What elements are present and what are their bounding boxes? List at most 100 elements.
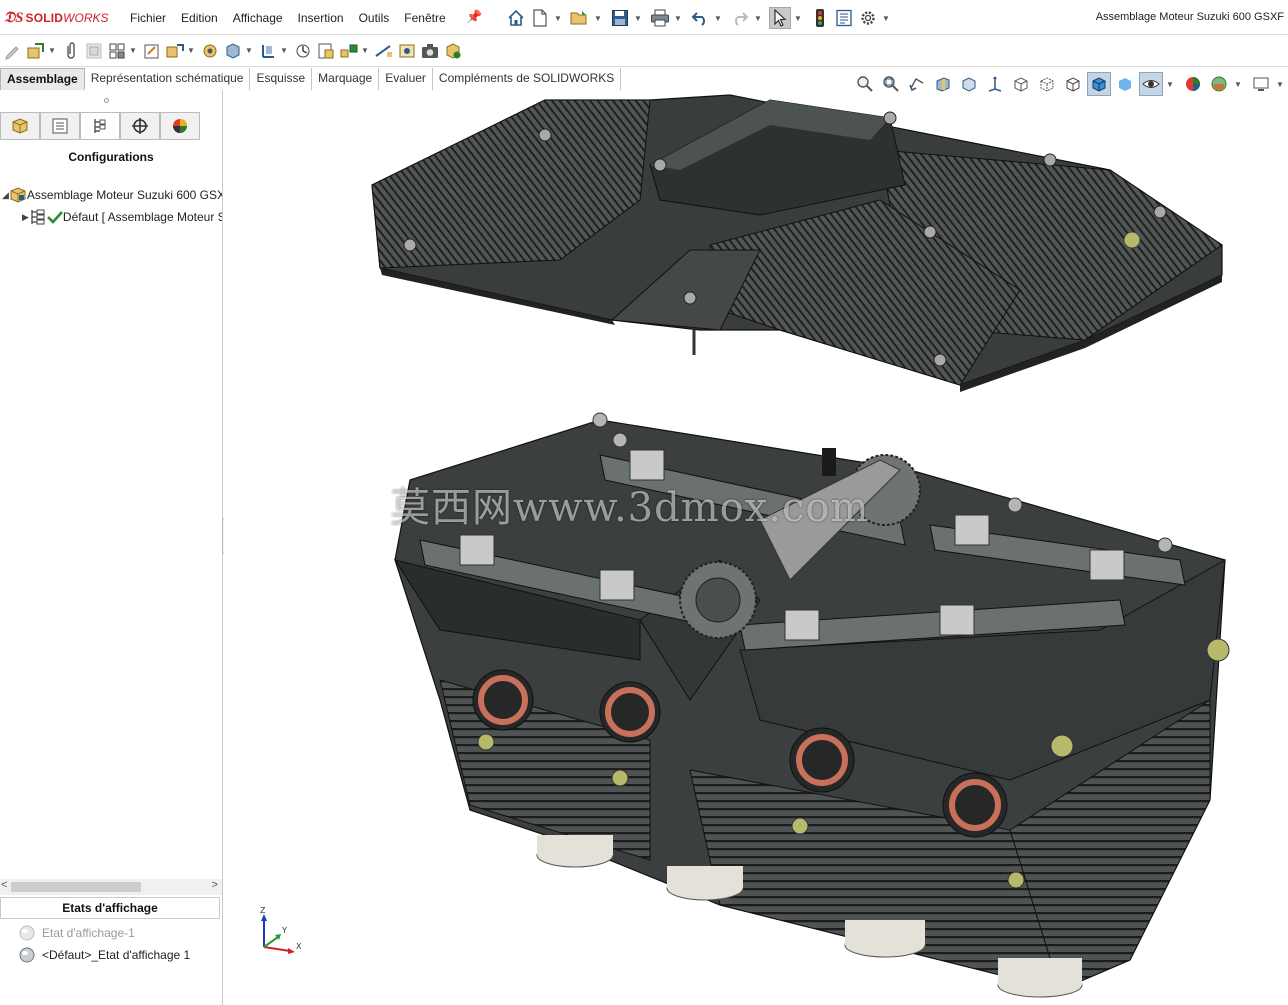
exploded-view-icon[interactable] bbox=[338, 40, 360, 62]
panel-grip-handle[interactable] bbox=[104, 98, 109, 103]
scrollbar-thumb[interactable] bbox=[11, 882, 141, 892]
reference-geometry-icon[interactable] bbox=[257, 40, 279, 62]
configuration-manager-tab[interactable] bbox=[80, 112, 120, 140]
hidden-lines-visible-icon[interactable] bbox=[1035, 72, 1059, 96]
edit-appearance-icon[interactable] bbox=[1181, 72, 1205, 96]
display-state-sphere-icon bbox=[18, 924, 42, 942]
hidden-lines-removed-icon[interactable] bbox=[1061, 72, 1085, 96]
section-view-icon[interactable] bbox=[931, 72, 955, 96]
assembly-icon bbox=[9, 186, 27, 204]
solidworks-logo[interactable]: 𝔇S SOLID WORKS bbox=[4, 8, 109, 28]
print-icon[interactable] bbox=[649, 7, 671, 29]
dynamic-annotation-icon[interactable] bbox=[957, 72, 981, 96]
display-state-item[interactable]: Etat d'affichage-1 bbox=[18, 922, 190, 944]
shaded-icon[interactable] bbox=[1113, 72, 1137, 96]
insert-component-dropdown-icon[interactable]: ▼ bbox=[48, 46, 56, 55]
wireframe-icon[interactable] bbox=[1009, 72, 1033, 96]
display-state-item-active[interactable]: <Défaut>_Etat d'affichage 1 bbox=[18, 944, 190, 966]
show-hidden-components-icon[interactable] bbox=[199, 40, 221, 62]
command-manager-toolbar: ▼ ▼ ▼ ▼ ▼ ▼ bbox=[0, 35, 1288, 67]
horizontal-scrollbar[interactable]: < > bbox=[0, 879, 222, 895]
save-icon[interactable] bbox=[609, 7, 631, 29]
open-dropdown-icon[interactable]: ▼ bbox=[593, 14, 603, 23]
menu-affichage[interactable]: Affichage bbox=[233, 11, 283, 25]
new-document-icon[interactable] bbox=[529, 7, 551, 29]
feature-tree-tab[interactable] bbox=[0, 112, 40, 140]
tab-assemblage[interactable]: Assemblage bbox=[0, 68, 85, 90]
smart-fasteners-icon[interactable] bbox=[141, 40, 163, 62]
shaded-with-edges-icon[interactable] bbox=[1087, 72, 1111, 96]
bill-of-materials-icon[interactable] bbox=[315, 40, 337, 62]
menu-fenetre[interactable]: Fenêtre bbox=[404, 11, 445, 25]
graphics-viewport[interactable]: 莫西网www.3dmox.com Z Y X bbox=[224, 90, 1288, 1005]
move-dropdown-icon[interactable]: ▼ bbox=[187, 46, 195, 55]
zoom-to-fit-icon[interactable] bbox=[853, 72, 877, 96]
view-settings-dropdown-icon[interactable]: ▼ bbox=[1275, 80, 1285, 89]
display-manager-tab[interactable] bbox=[160, 112, 200, 140]
undo-dropdown-icon[interactable]: ▼ bbox=[713, 14, 723, 23]
collapse-arrow-icon[interactable]: ◢ bbox=[2, 190, 9, 201]
pin-menu-icon[interactable]: 📌 bbox=[466, 9, 482, 25]
menu-edition[interactable]: Edition bbox=[181, 11, 218, 25]
tree-label-assembly: Assemblage Moteur Suzuki 600 GSXF bbox=[26, 188, 222, 202]
hide-show-items-icon[interactable] bbox=[1139, 72, 1163, 96]
dimxpert-tab[interactable] bbox=[120, 112, 160, 140]
mate-paperclip-icon[interactable] bbox=[60, 40, 82, 62]
edit-component-icon[interactable] bbox=[2, 40, 24, 62]
component-pattern-icon[interactable] bbox=[106, 40, 128, 62]
heads-up-view-toolbar: ▼ ▼ ▼ bbox=[853, 71, 1288, 97]
pattern-dropdown-icon[interactable]: ▼ bbox=[129, 46, 137, 55]
view-orientation-icon[interactable] bbox=[983, 72, 1007, 96]
file-properties-icon[interactable] bbox=[833, 7, 855, 29]
engine-3d-model[interactable] bbox=[224, 90, 1288, 1005]
previous-view-icon[interactable] bbox=[905, 72, 929, 96]
panel-tabs bbox=[0, 112, 200, 140]
apply-scene-icon[interactable] bbox=[1207, 72, 1231, 96]
tree-row-default-config[interactable]: ▶ Défaut [ Assemblage Moteur Suzuki 600 … bbox=[0, 206, 222, 228]
scroll-right-icon[interactable]: > bbox=[212, 879, 218, 891]
valve-cover-part[interactable] bbox=[371, 94, 1223, 392]
take-snapshot-icon[interactable] bbox=[419, 40, 441, 62]
hide-show-dropdown-icon[interactable]: ▼ bbox=[1165, 80, 1175, 89]
move-component-icon[interactable] bbox=[164, 40, 186, 62]
redo-dropdown-icon[interactable]: ▼ bbox=[753, 14, 763, 23]
home-icon[interactable] bbox=[505, 7, 527, 29]
tab-marquage[interactable]: Marquage bbox=[312, 68, 380, 90]
tree-row-assembly[interactable]: ◢ Assemblage Moteur Suzuki 600 GSXF bbox=[0, 184, 222, 206]
large-assembly-mode-icon[interactable] bbox=[442, 40, 464, 62]
new-motion-study-icon[interactable] bbox=[292, 40, 314, 62]
property-manager-tab[interactable] bbox=[40, 112, 80, 140]
redo-icon[interactable] bbox=[729, 7, 751, 29]
select-dropdown-icon[interactable]: ▼ bbox=[793, 14, 803, 23]
rebuild-traffic-light-icon[interactable] bbox=[809, 7, 831, 29]
menu-fichier[interactable]: Fichier bbox=[130, 11, 166, 25]
exploded-view-dropdown-icon[interactable]: ▼ bbox=[361, 46, 369, 55]
undo-icon[interactable] bbox=[689, 7, 711, 29]
view-settings-icon[interactable] bbox=[1249, 72, 1273, 96]
tab-complements-solidworks[interactable]: Compléments de SOLIDWORKS bbox=[432, 68, 622, 90]
zoom-to-area-icon[interactable] bbox=[879, 72, 903, 96]
tab-representation-schematique[interactable]: Représentation schématique bbox=[84, 68, 251, 90]
open-folder-icon[interactable] bbox=[569, 7, 591, 29]
tab-evaluer[interactable]: Evaluer bbox=[379, 68, 433, 90]
options-gear-icon[interactable] bbox=[857, 7, 879, 29]
linear-pattern-icon[interactable] bbox=[83, 40, 105, 62]
new-dropdown-icon[interactable]: ▼ bbox=[553, 14, 563, 23]
active-check-icon bbox=[47, 210, 63, 224]
scroll-left-icon[interactable]: < bbox=[1, 879, 7, 891]
assembly-features-icon[interactable] bbox=[222, 40, 244, 62]
menu-insertion[interactable]: Insertion bbox=[298, 11, 344, 25]
assembly-features-dropdown-icon[interactable]: ▼ bbox=[245, 46, 253, 55]
tab-esquisse[interactable]: Esquisse bbox=[250, 68, 313, 90]
instant3d-icon[interactable] bbox=[373, 40, 395, 62]
insert-component-icon[interactable] bbox=[25, 40, 47, 62]
update-speedpak-icon[interactable] bbox=[396, 40, 418, 62]
menu-outils[interactable]: Outils bbox=[359, 11, 390, 25]
select-pointer-icon[interactable] bbox=[769, 7, 791, 29]
expand-arrow-icon[interactable]: ▶ bbox=[22, 212, 29, 223]
options-dropdown-icon[interactable]: ▼ bbox=[881, 14, 891, 23]
apply-scene-dropdown-icon[interactable]: ▼ bbox=[1233, 80, 1243, 89]
reference-geometry-dropdown-icon[interactable]: ▼ bbox=[280, 46, 288, 55]
print-dropdown-icon[interactable]: ▼ bbox=[673, 14, 683, 23]
save-dropdown-icon[interactable]: ▼ bbox=[633, 14, 643, 23]
